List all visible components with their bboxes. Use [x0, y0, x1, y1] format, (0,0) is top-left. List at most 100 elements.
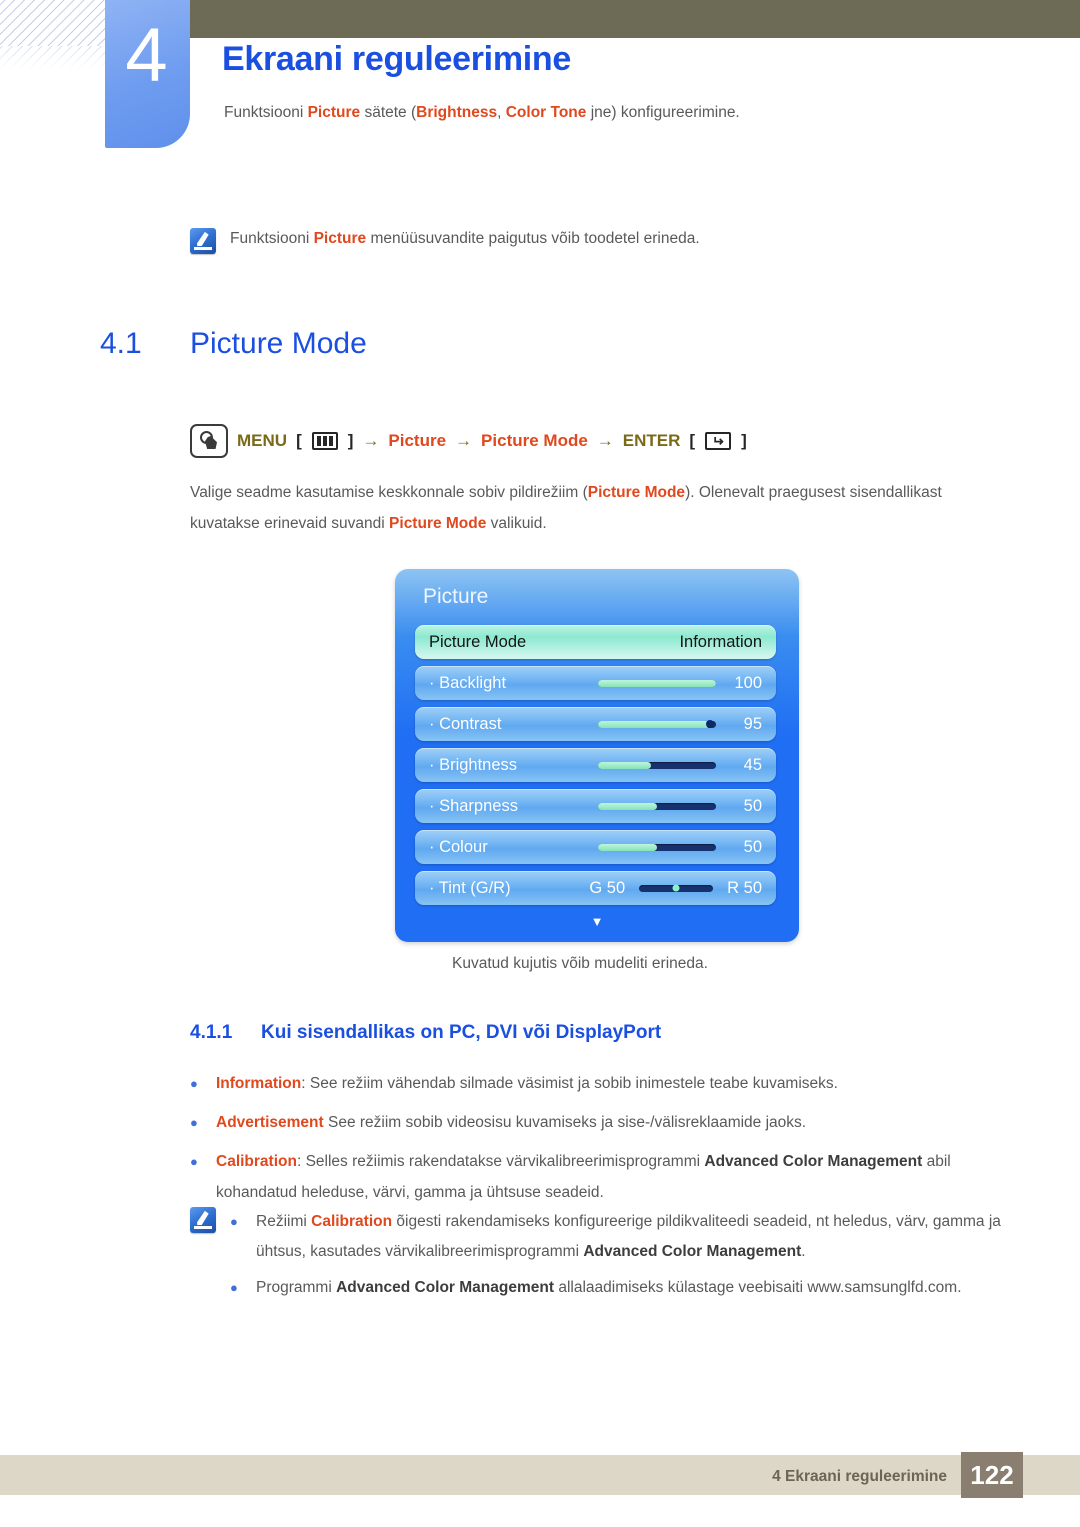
chapter-number-tab: 4	[105, 0, 190, 148]
note-icon	[190, 228, 216, 254]
osd-row[interactable]: Picture Mode Information	[415, 625, 776, 659]
path-arrow-3: →	[596, 431, 614, 450]
osd-slider[interactable]	[598, 679, 716, 687]
plain-text: sätete (	[360, 104, 417, 121]
chevron-down-icon: ▼	[590, 914, 604, 929]
plain-text: menüüsuvandite paigutus võib toodetel er…	[366, 230, 700, 247]
bullet-dot-icon: ●	[190, 1154, 198, 1169]
decorative-hatch-pattern	[0, 0, 108, 46]
keyword-text: Calibration	[311, 1213, 393, 1230]
osd-row[interactable]: · Colour 50	[415, 830, 776, 864]
bullet-dot-icon: ●	[190, 1076, 198, 1091]
keyword-text: Brightness	[416, 104, 498, 121]
bold-text: Advanced Color Management	[336, 1279, 555, 1296]
keyword-text: Information	[216, 1075, 302, 1092]
osd-tint-control[interactable]: G 50 R 50	[550, 879, 762, 898]
section-heading: 4.1 Picture Mode	[100, 327, 367, 361]
osd-slider[interactable]	[598, 843, 716, 851]
osd-row[interactable]: · Tint (G/R) G 50 R 50	[415, 871, 776, 905]
plain-text: Funktsiooni	[224, 104, 308, 121]
menu-navigation-path: MENU [] → Picture → Picture Mode → ENTER…	[190, 424, 747, 458]
keyword-text: Picture Mode	[587, 484, 686, 501]
list-item: ● Calibration: Selles režiimis rakendatak…	[190, 1146, 960, 1208]
enter-key-icon	[705, 432, 732, 450]
plain-text: See režiim sobib videosisu kuvamiseks ja…	[323, 1114, 807, 1131]
osd-tint-slider[interactable]	[639, 884, 714, 892]
osd-row-value: 50	[743, 796, 762, 815]
keyword-text: Picture Mode	[389, 515, 487, 532]
plain-text: Valige seadme kasutamise keskkonnale sob…	[190, 484, 588, 501]
menu-label: MENU	[237, 431, 288, 450]
list-item: ● Režiimi Calibration õigesti rakendamise…	[230, 1207, 1020, 1267]
list-item-text: Information: See režiim vähendab silmade…	[216, 1068, 960, 1099]
osd-slider-fill	[598, 679, 716, 687]
osd-tint-green-value: G 50	[589, 878, 626, 897]
subsection-heading: 4.1.1 Kui sisendallikas on PC, DVI või D…	[190, 1022, 661, 1044]
menu-key-icon	[311, 432, 338, 450]
note-icon	[190, 1207, 216, 1233]
section-number: 4.1	[100, 327, 142, 360]
plain-text: .	[801, 1243, 806, 1260]
body-paragraph: Valige seadme kasutamise keskkonnale sob…	[190, 477, 950, 539]
osd-caption-text: Kuvatud kujutis võib mudeliti erineda.	[452, 955, 708, 972]
osd-tint-knob[interactable]	[672, 884, 680, 892]
list-item: ● Information: See režiim vähendab silmad…	[190, 1068, 960, 1099]
bracket-close-2: ]	[741, 431, 747, 450]
osd-row-label: · Tint (G/R)	[429, 878, 511, 897]
osd-row-label: · Backlight	[429, 673, 507, 692]
list-item-text: Advertisement See režiim sobib videosisu…	[216, 1107, 960, 1138]
osd-slider-fill	[598, 843, 657, 851]
osd-row-value: 50	[743, 837, 762, 856]
chapter-description: Funktsiooni Picture sätete (Brightness, …	[224, 104, 740, 122]
chapter-title: Ekraani reguleerimine	[222, 40, 571, 78]
osd-slider-fill	[598, 802, 657, 810]
osd-row[interactable]: · Contrast 95	[415, 707, 776, 741]
plain-text: jne) konfigureerimine.	[586, 104, 740, 121]
note-top-text: Funktsiooni Picture menüüsuvandite paigu…	[230, 228, 700, 248]
osd-row[interactable]: · Sharpness 50	[415, 789, 776, 823]
bold-text: Advanced Color Management	[704, 1153, 923, 1170]
bracket-close: ]	[347, 431, 354, 450]
list-item-text: Calibration: Selles režiimis rakendataks…	[216, 1146, 960, 1208]
picture-mode-bullet-list: ● Information: See režiim vähendab silmad…	[190, 1068, 960, 1216]
keyword-text: Advertisement	[216, 1114, 324, 1131]
note-bullet-list: ● Režiimi Calibration õigesti rakendamise…	[230, 1207, 1020, 1309]
osd-row-label: · Sharpness	[429, 796, 518, 815]
keyword-text: Calibration	[216, 1153, 297, 1170]
osd-slider[interactable]	[598, 802, 716, 810]
page-number-badge: 122	[961, 1452, 1023, 1498]
plain-text: allalaadimiseks külastage veebisaiti www…	[554, 1279, 962, 1296]
osd-title: Picture	[423, 585, 489, 608]
osd-row[interactable]: · Backlight 100	[415, 666, 776, 700]
osd-slider-fill	[598, 761, 652, 769]
bullet-dot-icon: ●	[230, 1280, 238, 1295]
subsection-number: 4.1.1	[190, 1022, 233, 1043]
osd-row-label: · Contrast	[429, 714, 502, 733]
osd-caption: Kuvatud kujutis võib mudeliti erineda.	[0, 955, 1080, 973]
enter-label: ENTER	[622, 431, 681, 450]
osd-row[interactable]: · Brightness 45	[415, 748, 776, 782]
osd-row-value: 45	[743, 755, 762, 774]
osd-row-list: Picture Mode Information · Backlight 100 · C…	[415, 625, 776, 912]
plain-text: Funktsiooni	[230, 230, 314, 247]
chapter-number: 4	[125, 13, 167, 98]
plain-text: : Selles režiimis rakendatakse värvikali…	[296, 1153, 705, 1170]
plain-text: ,	[497, 104, 506, 121]
path-arrow-2: →	[455, 431, 473, 450]
osd-picture-menu: Picture Picture Mode Information · Backlig…	[395, 569, 799, 942]
bracket-open-2: [	[689, 431, 696, 450]
osd-row-label: · Colour	[429, 837, 488, 856]
osd-slider[interactable]	[598, 720, 716, 728]
bullet-dot-icon: ●	[190, 1115, 198, 1130]
list-item: ● Programmi Advanced Color Management all…	[230, 1273, 1020, 1303]
note-block-top: Funktsiooni Picture menüüsuvandite paigu…	[190, 228, 700, 254]
plain-text: : See režiim vähendab silmade väsimist j…	[301, 1075, 838, 1092]
footer-chapter-label: 4 Ekraani reguleerimine	[772, 1468, 947, 1485]
osd-slider-knob[interactable]	[706, 720, 715, 728]
plain-text: Režiimi	[256, 1213, 312, 1230]
keyword-text: Picture	[307, 104, 361, 121]
osd-slider[interactable]	[598, 761, 716, 769]
path-arrow-1: →	[362, 431, 380, 450]
keyword-text: Color Tone	[505, 104, 587, 121]
osd-tint-red-value: R 50	[727, 878, 763, 897]
